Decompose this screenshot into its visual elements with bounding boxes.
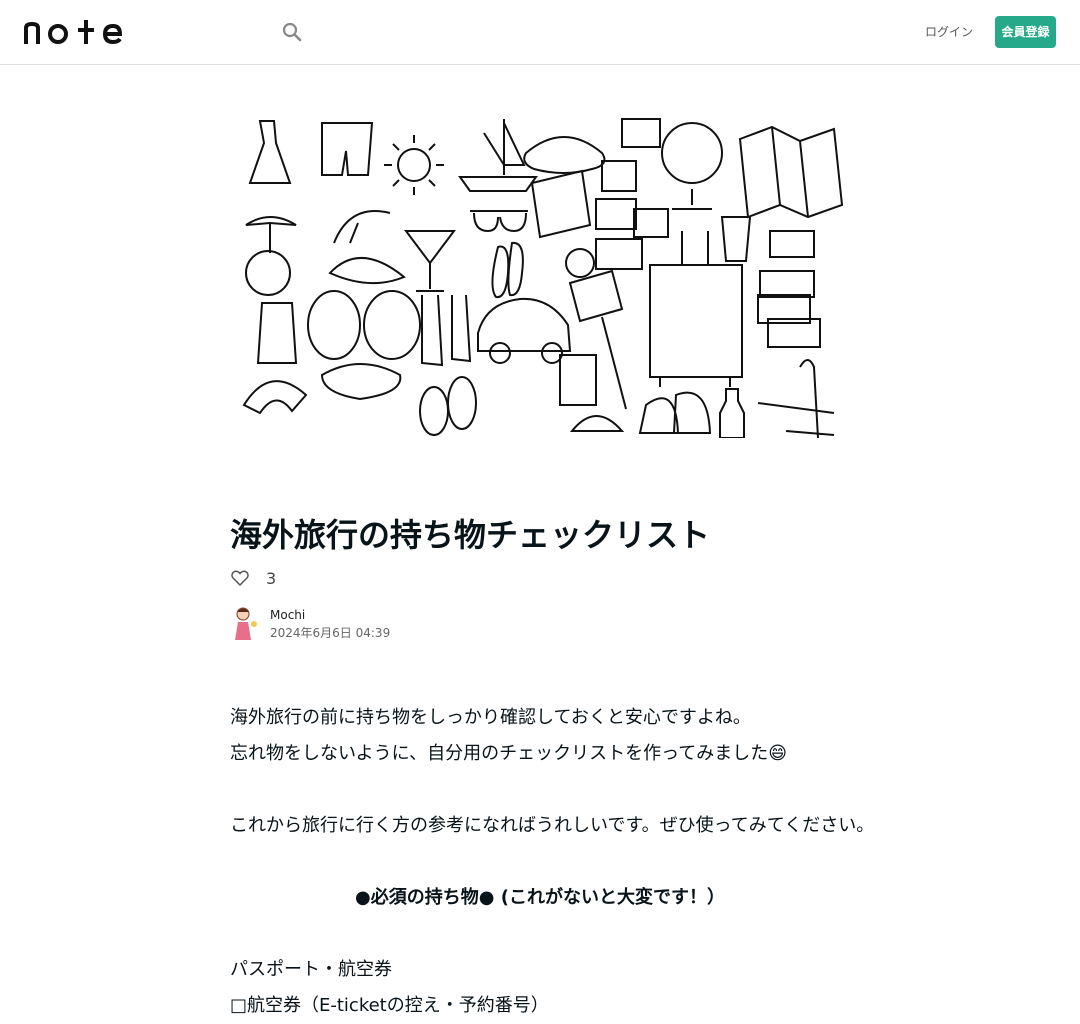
article-title: 海外旅行の持ち物チェックリスト: [230, 516, 711, 554]
body-paragraph: 海外旅行の前に持ち物をしっかり確認しておくと安心ですよね。: [230, 707, 751, 728]
body-paragraph: [230, 844, 850, 880]
signup-button[interactable]: 会員登録: [995, 16, 1056, 48]
post-date: 2024年6月6日 04:39: [270, 626, 391, 640]
like-count[interactable]: 3: [266, 569, 276, 588]
body-paragraph: [230, 916, 850, 952]
author-meta: Mochi 2024年6月6日 04:39: [270, 606, 390, 642]
author-name[interactable]: Mochi: [270, 606, 390, 624]
body-paragraph: 忘れ物をしないように、自分用のチェックリストを作ってみました😄: [230, 743, 787, 764]
author-block: Mochi 2024年6月6日 04:39: [230, 606, 390, 642]
body-paragraph: パスポート・航空券: [230, 959, 392, 980]
body-paragraph: [230, 772, 850, 808]
section-heading: ●必須の持ち物● (これがないと大変です！）: [355, 887, 725, 908]
note-logo[interactable]: [24, 18, 124, 46]
search-button[interactable]: [278, 18, 306, 46]
body-paragraph: これから旅行に行く方の参考になればうれしいです。ぜひ使ってみてください。: [230, 815, 875, 836]
article-hero-image: [230, 113, 850, 438]
avatar[interactable]: [230, 606, 260, 642]
heart-icon[interactable]: [230, 568, 250, 588]
login-link[interactable]: ログイン: [922, 22, 976, 42]
article-body: 海外旅行の前に持ち物をしっかり確認しておくと安心ですよね。 忘れ物をしないように…: [230, 700, 875, 1024]
search-icon: [282, 22, 302, 42]
like-row: 3: [230, 566, 276, 590]
checklist-item: □航空券（E-ticketの控え・予約番号）: [230, 995, 549, 1016]
site-header: ログイン 会員登録: [0, 0, 1080, 65]
